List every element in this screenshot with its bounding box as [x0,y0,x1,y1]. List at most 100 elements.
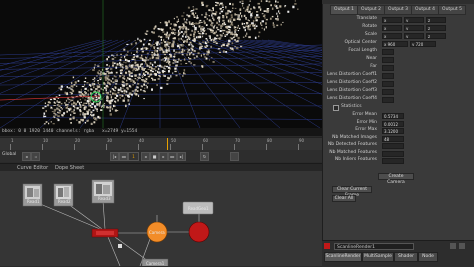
stat-label: Nb Matched Images [332,134,377,140]
node-graph-canvas[interactable]: Read1 Read2 Read3 ReadGeo1 Camera Camera… [0,171,322,266]
stop-button[interactable]: ■ [150,152,159,161]
read-node-3[interactable]: Read3 [91,179,115,204]
field-label: Focal Length [348,48,377,53]
stat-value-field[interactable]: 0.5734 [382,113,404,119]
create-camera-button[interactable]: Create Camera [378,173,414,185]
value-field[interactable] [382,57,394,63]
value-field[interactable] [382,65,394,71]
value-field[interactable] [382,97,394,103]
stat-value-field[interactable]: 3.1200 [382,128,404,134]
camera-node[interactable]: Camera [146,221,168,243]
read-node-1[interactable]: Read1 [22,183,43,207]
read-node-2-label: Read2 [58,199,71,204]
timeline-tick-label: 10 [43,138,49,143]
camera-node-label: Camera [149,230,165,235]
point-cloud [42,0,299,125]
stat-value-field[interactable]: 0.0012 [382,120,404,127]
value-field[interactable] [382,89,394,95]
loop-button[interactable]: ↻ [200,152,209,161]
playback-controls: Global ◂ ◃ |◂ ◂◂ 1 ◂ ■ ▸ ▸▸ ▸| ↻ [0,150,322,162]
play-backward-button[interactable]: ◂ [141,152,150,161]
value-field[interactable]: x [382,33,402,39]
viewer-panel[interactable] [0,0,322,128]
clear-current-frame-button[interactable]: Clear Current Frame [332,186,372,198]
pointcloud-node[interactable] [91,228,119,238]
camera1-node[interactable]: Camera1 [141,258,169,266]
value-field[interactable]: x [382,25,402,31]
playback-first-button[interactable]: ◂ [22,152,31,161]
read-node-3-label: Read3 [98,196,111,201]
properties-fields: Translate x y z Rotate x y z Scale x y z Op… [322,0,474,240]
field-label: Far [370,64,377,69]
fps-field[interactable] [230,152,239,161]
stat-value-field[interactable]: 48 [382,135,404,142]
point-cloud-view[interactable] [0,0,322,128]
timeline-tick-label: 1 [11,138,14,143]
viewer-info-bar: bbox: 0 0 1920 1440 channels: rgba x=274… [0,128,322,136]
field-label: Translate [356,16,377,21]
field-label: Lens Distortion Coeff2 [327,80,377,85]
node-color-swatch[interactable] [324,243,330,249]
stat-value-field[interactable] [382,150,404,157]
value-field[interactable]: y [404,25,424,31]
camera1-node-label: Camera1 [146,261,165,266]
first-frame-button[interactable]: |◂ [110,152,119,161]
value-field[interactable]: y 720 [410,41,436,47]
clear-all-button[interactable]: Clear All [332,195,356,202]
stat-label: Error Mean [352,112,377,117]
statistics-label: Statistics [341,104,362,109]
value-field[interactable]: z [426,25,446,31]
tab-node[interactable]: Node [418,252,438,262]
stat-value-field[interactable] [382,143,404,149]
playback-prev-button[interactable]: ◃ [31,152,40,161]
timeline[interactable]: 1 10 20 30 40 50 60 70 80 90 [0,137,322,151]
stat-label: Nb Matched Features [329,149,377,155]
readgeo-node-label: ReadGeo1 [188,206,209,211]
timeline-tick-label: 60 [203,138,209,143]
value-field[interactable]: x 960 [382,41,408,47]
value-field[interactable]: z [426,17,446,23]
value-field[interactable] [382,49,394,55]
field-label: Lens Distortion Coeff1 [327,72,377,77]
value-field[interactable]: y [404,33,424,39]
node-graph[interactable]: Read1 Read2 Read3 ReadGeo1 Camera Camera… [0,171,322,266]
dot-node[interactable] [118,244,122,248]
read-node-2[interactable]: Read2 [53,183,74,207]
tab-shader[interactable]: Shader [394,252,418,262]
timeline-tick-label: 40 [139,138,145,143]
last-frame-button[interactable]: ▸| [177,152,186,161]
close-panel-button[interactable] [459,243,465,249]
tab-multisample[interactable]: MultiSample [362,252,394,262]
stat-label: Nb Inliers Features [334,157,377,162]
next-keyframe-button[interactable]: ▸▸ [168,152,177,161]
value-field[interactable] [382,81,394,87]
stat-label: Error Max [355,127,377,132]
field-label: Lens Distortion Coeff3 [327,88,377,93]
field-label: Rotate [362,24,377,29]
stat-label: Error Min [356,119,377,125]
scanline-render-panel: ScanlineRender1 ScanlineRender MultiSamp… [322,240,474,267]
play-forward-button[interactable]: ▸ [159,152,168,161]
readgeo-node[interactable]: ReadGeo1 [182,201,214,215]
tab-scanline-render[interactable]: ScanlineRender [324,252,362,262]
read-node-1-label: Read1 [27,199,40,204]
scanline-render-node[interactable] [188,221,210,243]
viewer-info-format: bbox: 0 0 1920 1440 channels: rgba [2,129,95,134]
timeline-tick-label: 20 [75,138,81,143]
float-panel-button[interactable] [450,243,456,249]
node-name-field[interactable]: ScanlineRender1 [334,243,414,250]
timeline-tick-label: 90 [299,138,305,143]
field-label: Optical Center [344,40,377,45]
viewer-info-coords: x=2749 y=1554 [102,129,138,134]
timeline-tick-label: 80 [267,138,273,143]
value-field[interactable]: x [382,17,402,23]
timeline-tick-label: 50 [171,138,177,143]
value-field[interactable] [382,73,394,79]
statistics-checkbox[interactable] [333,105,339,111]
prev-keyframe-button[interactable]: ◂◂ [119,152,128,161]
frame-field[interactable]: 1 [128,152,139,161]
global-label: Global [2,152,17,157]
value-field[interactable]: y [404,17,424,23]
value-field[interactable]: z [426,33,446,39]
stat-value-field[interactable] [382,158,404,164]
